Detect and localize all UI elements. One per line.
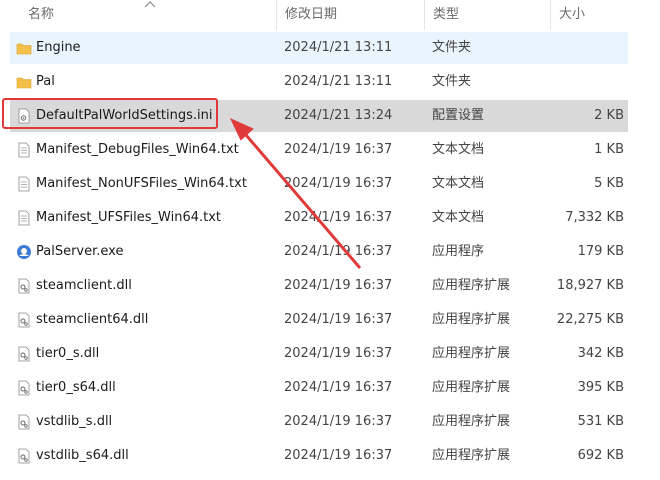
file-size: 531 KB bbox=[577, 414, 624, 429]
column-header-type[interactable]: 类型 bbox=[424, 0, 550, 30]
file-date: 2024/1/19 16:37 bbox=[284, 210, 393, 225]
file-name[interactable]: steamclient64.dll bbox=[36, 304, 148, 336]
file-size: 7,332 KB bbox=[565, 210, 624, 225]
file-type: 应用程序扩展 bbox=[432, 414, 511, 429]
file-name[interactable]: Manifest_NonUFSFiles_Win64.txt bbox=[36, 168, 247, 200]
dll-file-icon bbox=[16, 380, 32, 396]
file-row[interactable]: Manifest_DebugFiles_Win64.txt 2024/1/19 1… bbox=[10, 134, 628, 166]
file-type: 应用程序扩展 bbox=[432, 448, 511, 463]
file-size: 22,275 KB bbox=[556, 312, 624, 327]
file-type: 文本文档 bbox=[432, 142, 485, 157]
file-row[interactable]: tier0_s.dll 2024/1/19 16:37 应用程序扩展 342 KB bbox=[10, 338, 628, 370]
file-date: 2024/1/19 16:37 bbox=[284, 312, 393, 327]
file-name[interactable]: tier0_s.dll bbox=[36, 338, 99, 370]
file-name[interactable]: Manifest_DebugFiles_Win64.txt bbox=[36, 134, 239, 166]
dll-file-icon bbox=[16, 346, 32, 362]
dll-file-icon bbox=[16, 278, 32, 294]
file-type: 应用程序扩展 bbox=[432, 278, 511, 293]
sort-ascending-icon bbox=[144, 1, 156, 8]
dll-file-icon bbox=[16, 312, 32, 328]
annotation-highlight-box bbox=[2, 98, 218, 129]
exe-icon bbox=[16, 244, 32, 260]
file-type: 配置设置 bbox=[432, 108, 485, 123]
file-type: 文件夹 bbox=[432, 40, 472, 55]
file-size: 395 KB bbox=[577, 380, 624, 395]
file-name[interactable]: vstdlib_s.dll bbox=[36, 406, 112, 438]
file-date: 2024/1/19 16:37 bbox=[284, 278, 393, 293]
text-file-icon bbox=[16, 142, 32, 158]
file-type: 文件夹 bbox=[432, 74, 472, 89]
file-name[interactable]: steamclient.dll bbox=[36, 270, 132, 302]
file-row[interactable]: Manifest_NonUFSFiles_Win64.txt 2024/1/19 … bbox=[10, 168, 628, 200]
file-row[interactable]: vstdlib_s.dll 2024/1/19 16:37 应用程序扩展 531 KB bbox=[10, 406, 628, 438]
text-file-icon bbox=[16, 210, 32, 226]
file-date: 2024/1/19 16:37 bbox=[284, 142, 393, 157]
file-row[interactable]: Manifest_UFSFiles_Win64.txt 2024/1/19 16:… bbox=[10, 202, 628, 234]
file-type: 应用程序 bbox=[432, 244, 485, 259]
column-header-date[interactable]: 修改日期 bbox=[276, 0, 424, 30]
file-row[interactable]: Pal 2024/1/21 13:11 文件夹 bbox=[10, 66, 628, 98]
file-row[interactable]: vstdlib_s64.dll 2024/1/19 16:37 应用程序扩展 692 … bbox=[10, 440, 628, 472]
column-header-row: 名称 修改日期 类型 大小 bbox=[0, 0, 660, 32]
file-row[interactable]: Engine 2024/1/21 13:11 文件夹 bbox=[10, 32, 628, 64]
text-file-icon bbox=[16, 176, 32, 192]
file-row[interactable]: steamclient64.dll 2024/1/19 16:37 应用程序扩展 22… bbox=[10, 304, 628, 336]
file-size: 2 KB bbox=[594, 108, 624, 123]
file-size: 342 KB bbox=[577, 346, 624, 361]
file-size: 18,927 KB bbox=[556, 278, 624, 293]
file-name[interactable]: Manifest_UFSFiles_Win64.txt bbox=[36, 202, 221, 234]
file-name[interactable]: Pal bbox=[36, 66, 55, 98]
file-date: 2024/1/19 16:37 bbox=[284, 448, 393, 463]
file-size: 1 KB bbox=[594, 142, 624, 157]
file-date: 2024/1/19 16:37 bbox=[284, 380, 393, 395]
file-size: 179 KB bbox=[577, 244, 624, 259]
file-name[interactable]: tier0_s64.dll bbox=[36, 372, 116, 404]
file-date: 2024/1/19 16:37 bbox=[284, 414, 393, 429]
dll-file-icon bbox=[16, 414, 32, 430]
file-name[interactable]: PalServer.exe bbox=[36, 236, 123, 268]
file-date: 2024/1/19 16:37 bbox=[284, 346, 393, 361]
dll-file-icon bbox=[16, 448, 32, 464]
file-size: 5 KB bbox=[594, 176, 624, 191]
file-row[interactable]: PalServer.exe 2024/1/19 16:37 应用程序 179 KB bbox=[10, 236, 628, 268]
file-type: 文本文档 bbox=[432, 210, 485, 225]
file-date: 2024/1/19 16:37 bbox=[284, 176, 393, 191]
file-type: 应用程序扩展 bbox=[432, 312, 511, 327]
file-row[interactable]: steamclient.dll 2024/1/19 16:37 应用程序扩展 18,9… bbox=[10, 270, 628, 302]
file-date: 2024/1/19 16:37 bbox=[284, 244, 393, 259]
file-type: 文本文档 bbox=[432, 176, 485, 191]
file-size: 692 KB bbox=[577, 448, 624, 463]
file-name[interactable]: Engine bbox=[36, 32, 81, 64]
file-date: 2024/1/21 13:24 bbox=[284, 108, 393, 123]
folder-icon bbox=[16, 74, 32, 90]
folder-icon bbox=[16, 40, 32, 56]
file-date: 2024/1/21 13:11 bbox=[284, 74, 393, 89]
file-date: 2024/1/21 13:11 bbox=[284, 40, 393, 55]
file-name[interactable]: vstdlib_s64.dll bbox=[36, 440, 129, 472]
column-header-size[interactable]: 大小 bbox=[550, 0, 630, 30]
file-row[interactable]: tier0_s64.dll 2024/1/19 16:37 应用程序扩展 395 KB bbox=[10, 372, 628, 404]
file-type: 应用程序扩展 bbox=[432, 346, 511, 361]
file-type: 应用程序扩展 bbox=[432, 380, 511, 395]
